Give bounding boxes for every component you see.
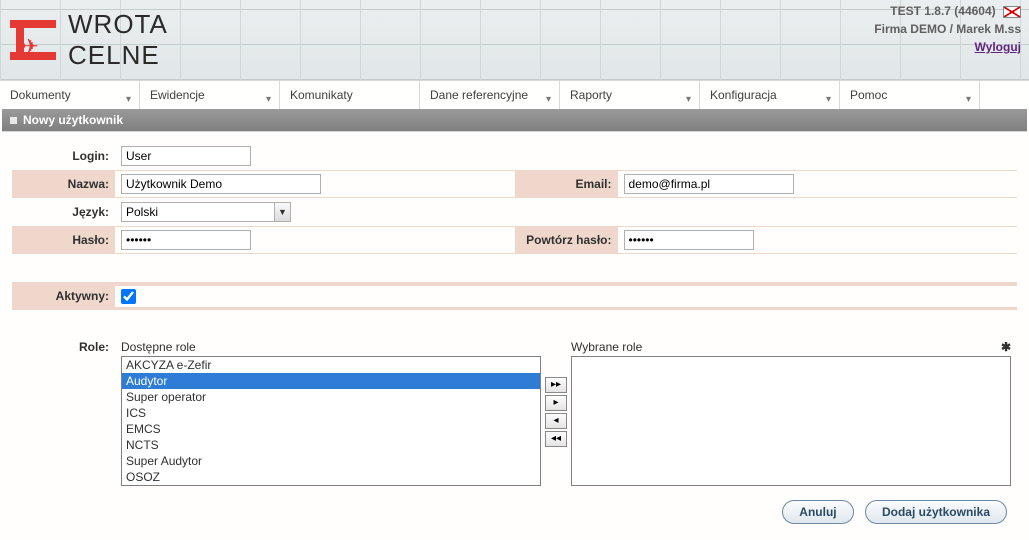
chevron-down-icon: ▾ bbox=[266, 86, 271, 114]
menu-raporty[interactable]: Raporty▾ bbox=[560, 81, 700, 109]
label-login: Login: bbox=[12, 149, 115, 163]
login-input[interactable] bbox=[121, 146, 251, 166]
list-item[interactable]: OSOZ bbox=[122, 469, 540, 485]
label-pass2: Powtórz hasło: bbox=[515, 233, 618, 247]
panel-header-icon bbox=[10, 117, 17, 124]
flag-uk-icon[interactable] bbox=[1003, 6, 1021, 18]
menu-dane-ref[interactable]: Dane referencyjne▾ bbox=[420, 81, 560, 109]
label-lang: Język: bbox=[12, 205, 115, 219]
chevron-down-icon: ▾ bbox=[126, 86, 131, 114]
menu-konfiguracja[interactable]: Konfiguracja▾ bbox=[700, 81, 840, 109]
move-all-right-button[interactable]: ▸▸ bbox=[545, 377, 567, 393]
submit-button[interactable]: Dodaj użytkownika bbox=[865, 500, 1007, 524]
version-text: TEST 1.8.7 (44604) bbox=[890, 4, 995, 18]
label-pass: Hasło: bbox=[12, 233, 115, 247]
panel-header: Nowy użytkownik bbox=[2, 109, 1027, 131]
pass-input[interactable] bbox=[121, 230, 251, 250]
selected-roles-label: Wybrane role bbox=[571, 340, 642, 354]
dropdown-toggle-icon[interactable]: ▼ bbox=[274, 203, 290, 221]
chevron-down-icon: ▾ bbox=[546, 86, 551, 114]
menu-dokumenty[interactable]: Dokumenty▾ bbox=[0, 81, 140, 109]
menu-pomoc[interactable]: Pomoc▾ bbox=[840, 81, 980, 109]
move-left-button[interactable]: ◂ bbox=[545, 413, 567, 429]
list-item[interactable]: Super operator bbox=[122, 389, 540, 405]
chevron-down-icon: ▾ bbox=[686, 86, 691, 114]
required-mark: ✱ bbox=[1001, 340, 1011, 354]
list-item[interactable]: Super Audytor bbox=[122, 453, 540, 469]
list-item[interactable]: EMCS bbox=[122, 421, 540, 437]
logo-line1: WROTA bbox=[68, 9, 168, 40]
panel-title: Nowy użytkownik bbox=[23, 113, 123, 127]
active-checkbox[interactable] bbox=[121, 289, 136, 304]
list-item[interactable]: Audytor bbox=[122, 373, 540, 389]
menu-ewidencje[interactable]: Ewidencje▾ bbox=[140, 81, 280, 109]
available-roles-label: Dostępne role bbox=[121, 338, 541, 356]
account-text: Firma DEMO / Marek M.ss bbox=[874, 20, 1021, 38]
chevron-down-icon: ▾ bbox=[966, 86, 971, 114]
list-item[interactable]: ECS bbox=[122, 485, 540, 486]
list-item[interactable]: ICS bbox=[122, 405, 540, 421]
logo-icon: ✈ bbox=[10, 14, 62, 66]
menu-komunikaty[interactable]: Komunikaty bbox=[280, 81, 420, 109]
label-active: Aktywny: bbox=[12, 289, 115, 303]
lang-select[interactable] bbox=[121, 202, 291, 222]
chevron-down-icon: ▾ bbox=[826, 86, 831, 114]
cancel-button[interactable]: Anuluj bbox=[782, 500, 853, 524]
list-item[interactable]: NCTS bbox=[122, 437, 540, 453]
list-item[interactable]: AKCYZA e-Zefir bbox=[122, 357, 540, 373]
logo-line2: CELNE bbox=[68, 40, 168, 71]
label-name: Nazwa: bbox=[12, 177, 115, 191]
selected-roles-list[interactable] bbox=[571, 356, 1011, 486]
email-input[interactable] bbox=[624, 174, 794, 194]
menubar: Dokumenty▾ Ewidencje▾ Komunikaty Dane re… bbox=[0, 80, 1029, 109]
pass2-input[interactable] bbox=[624, 230, 754, 250]
logout-link[interactable]: Wyloguj bbox=[975, 40, 1021, 54]
top-info: TEST 1.8.7 (44604) Firma DEMO / Marek M.… bbox=[874, 2, 1021, 56]
move-right-button[interactable]: ▸ bbox=[545, 395, 567, 411]
name-input[interactable] bbox=[121, 174, 321, 194]
label-email: Email: bbox=[515, 177, 618, 191]
move-all-left-button[interactable]: ◂◂ bbox=[545, 431, 567, 447]
available-roles-list[interactable]: AKCYZA e-ZefirAudytorSuper operatorICSEM… bbox=[121, 356, 541, 486]
label-roles: Role: bbox=[12, 338, 115, 354]
